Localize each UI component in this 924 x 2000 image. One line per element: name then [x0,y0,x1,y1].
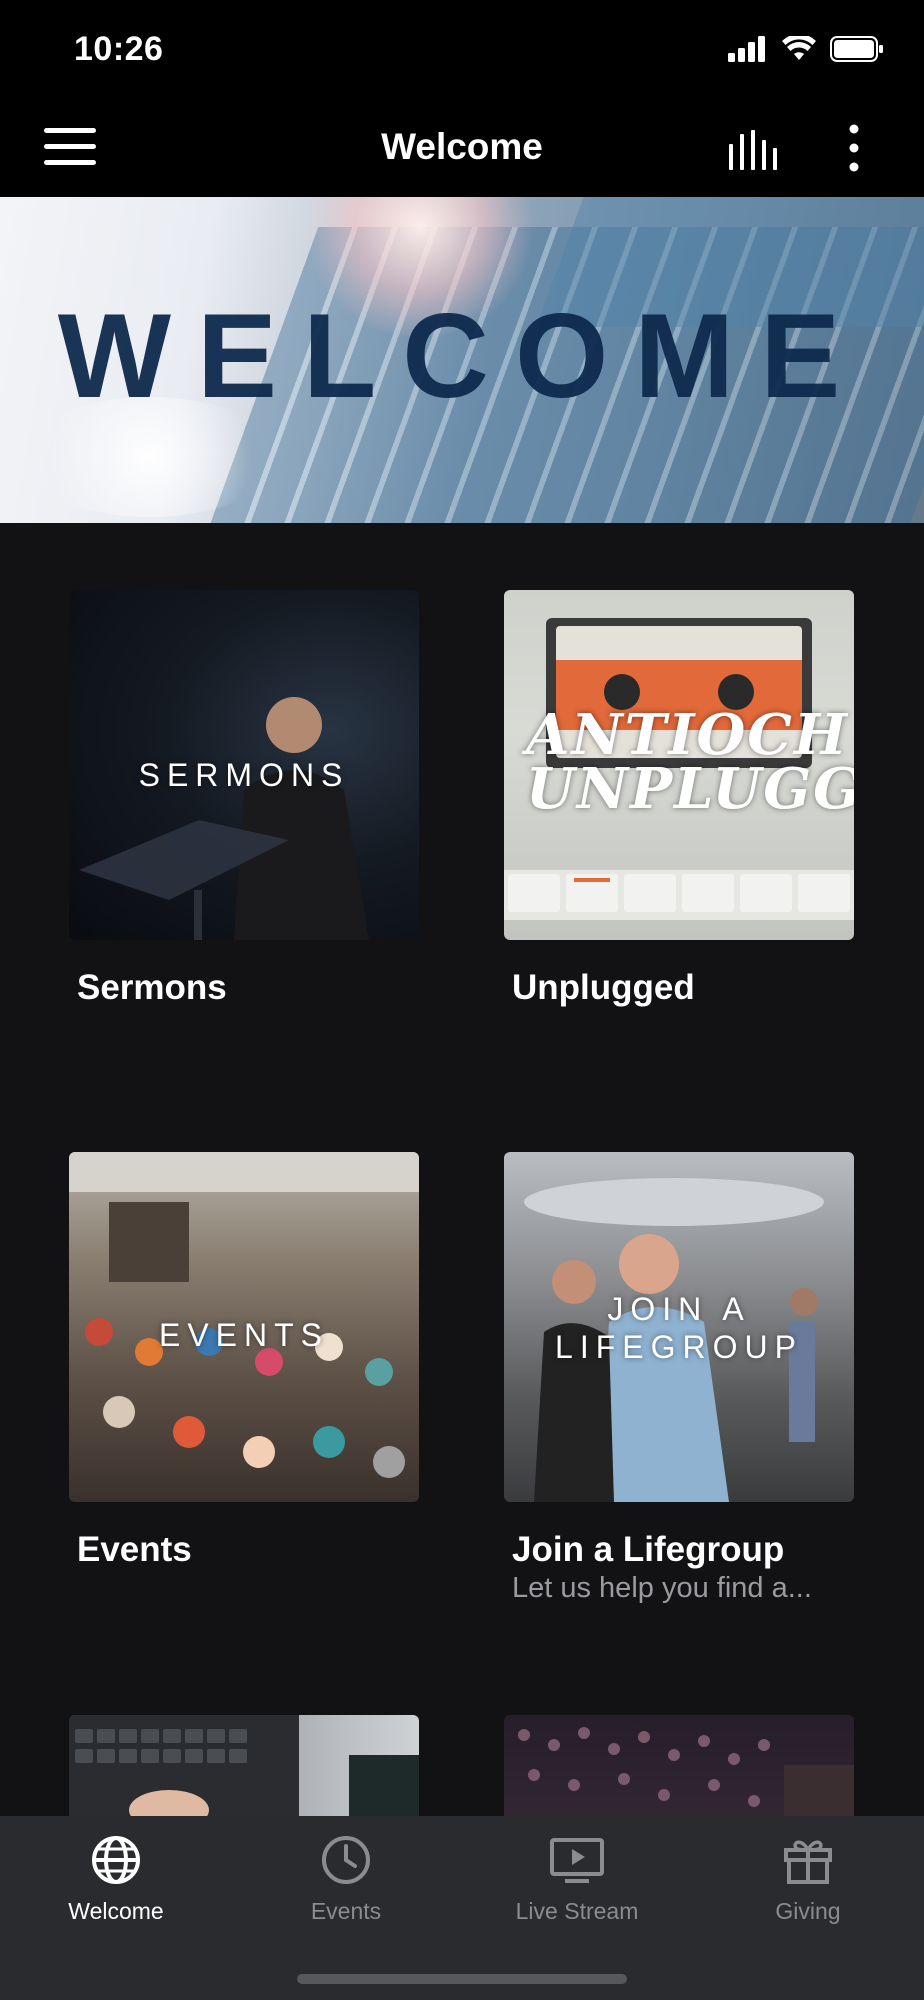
tile-title: Join a Lifegroup [512,1530,785,1569]
tab-giving[interactable]: Giving [708,1832,908,1925]
home-indicator[interactable] [297,1974,627,1984]
tab-events[interactable]: Events [246,1832,446,1925]
gift-icon [784,1840,832,1884]
welcome-banner: WELCOME [0,197,924,523]
tile-events[interactable]: EVENTS Events [69,1152,419,1572]
tile-title: Sermons [77,968,227,1007]
tile-unplugged[interactable]: ANTIOCH UNPLUGGED Unplugged [504,590,854,1010]
signal-icon [728,36,765,62]
battery-icon [830,36,883,62]
tile-sermons[interactable]: SERMONS Sermons [69,590,419,1010]
status-icons [728,36,884,62]
tab-bar: Welcome Events Live Stream Giving [0,1816,924,2000]
tile-title: Events [77,1530,192,1569]
globe-icon [92,1836,140,1884]
tile-subtitle: Let us help you find a... [512,1572,812,1604]
events-image: EVENTS [69,1152,419,1502]
crowd-image [504,1715,854,1816]
unplugged-image: ANTIOCH UNPLUGGED [504,590,854,940]
tab-label: Live Stream [515,1898,639,1924]
sermons-image: SERMONS [69,590,419,940]
tab-live-stream[interactable]: Live Stream [477,1832,677,1925]
status-bar: 10:26 [0,0,924,100]
audio-bars-icon[interactable] [728,130,782,170]
tile-partial-laptop[interactable] [69,1715,419,1816]
clock-icon [322,1836,370,1884]
play-screen-icon [550,1838,604,1883]
lifegroup-image: JOIN A LIFEGROUP [504,1152,854,1502]
sermons-overlay-text: SERMONS [138,757,350,793]
wifi-icon [782,36,816,60]
status-time: 10:26 [74,30,164,68]
tile-title: Unplugged [512,968,695,1007]
tab-label: Welcome [68,1898,164,1924]
page-title: Welcome [381,126,543,167]
events-overlay-text: EVENTS [158,1317,330,1353]
tile-lifegroup[interactable]: JOIN A LIFEGROUP Join a Lifegroup Let us… [504,1152,854,1612]
unplugged-overlay-text: ANTIOCH UNPLUGGED [526,702,854,822]
more-options-icon[interactable] [842,124,866,172]
tab-label: Giving [775,1898,841,1924]
lifegroup-overlay-text: JOIN A LIFEGROUP [555,1291,803,1365]
laptop-image [69,1715,419,1816]
banner-title: WELCOME [57,289,867,423]
tile-partial-crowd[interactable] [504,1715,854,1816]
tab-label: Events [310,1898,382,1924]
tab-welcome[interactable]: Welcome [16,1832,216,1925]
nav-bar: Welcome [0,100,924,197]
